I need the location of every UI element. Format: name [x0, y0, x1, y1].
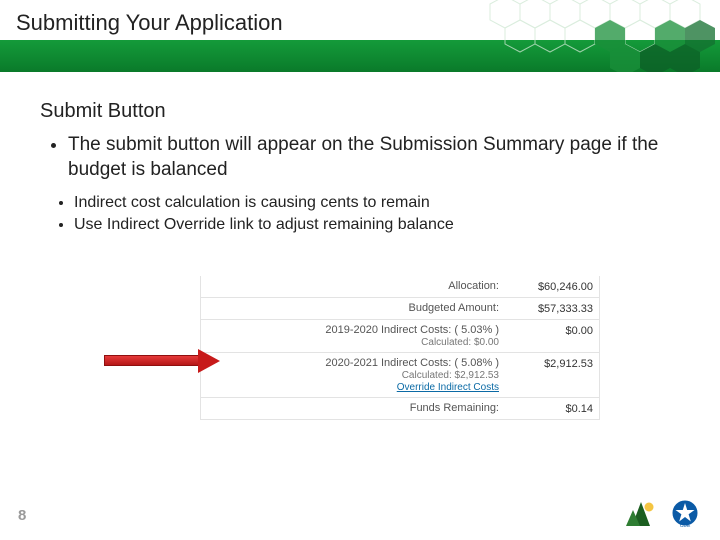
table-row: Allocation: $60,246.00 [201, 276, 599, 297]
slide: Submitting Your Application [0, 0, 720, 540]
header-green-band [0, 40, 720, 72]
override-indirect-link[interactable]: Override Indirect Costs [397, 382, 499, 393]
bullet-level1: The submit button will appear on the Sub… [68, 133, 680, 182]
bullet-level2: Indirect cost calculation is causing cen… [74, 192, 680, 214]
section-heading: Submit Button [40, 100, 680, 123]
row-label: Funds Remaining: [410, 402, 499, 414]
footer-logos: CDE [624, 498, 702, 528]
row-value: $57,333.33 [513, 302, 593, 315]
slide-header: Submitting Your Application [0, 0, 720, 72]
row-sublabel: Calculated: $2,912.53 [402, 370, 499, 381]
budget-screenshot: Allocation: $60,246.00 Budgeted Amount: … [200, 276, 600, 420]
row-value: $2,912.53 [513, 357, 593, 370]
table-row: Funds Remaining: $0.14 [201, 397, 599, 419]
row-label: 2019-2020 Indirect Costs: ( 5.03% ) [325, 324, 499, 336]
slide-title: Submitting Your Application [16, 10, 283, 36]
colorado-logo-icon [624, 498, 658, 528]
table-row: Budgeted Amount: $57,333.33 [201, 297, 599, 319]
row-sublabel: Calculated: $0.00 [421, 337, 499, 348]
row-value: $60,246.00 [513, 280, 593, 293]
row-value: $0.14 [513, 402, 593, 415]
row-label: 2020-2021 Indirect Costs: ( 5.08% ) [325, 357, 499, 369]
page-number: 8 [18, 507, 26, 524]
row-value: $0.00 [513, 324, 593, 337]
cde-logo-icon: CDE [668, 498, 702, 528]
row-label: Allocation: [448, 280, 499, 292]
svg-text:CDE: CDE [680, 523, 691, 528]
bullet-level2: Use Indirect Override link to adjust rem… [74, 214, 680, 236]
slide-body: Submit Button The submit button will app… [0, 100, 720, 236]
table-row: 2020-2021 Indirect Costs: ( 5.08% ) Calc… [201, 352, 599, 397]
table-row: 2019-2020 Indirect Costs: ( 5.03% ) Calc… [201, 319, 599, 352]
row-label: Budgeted Amount: [408, 302, 499, 314]
